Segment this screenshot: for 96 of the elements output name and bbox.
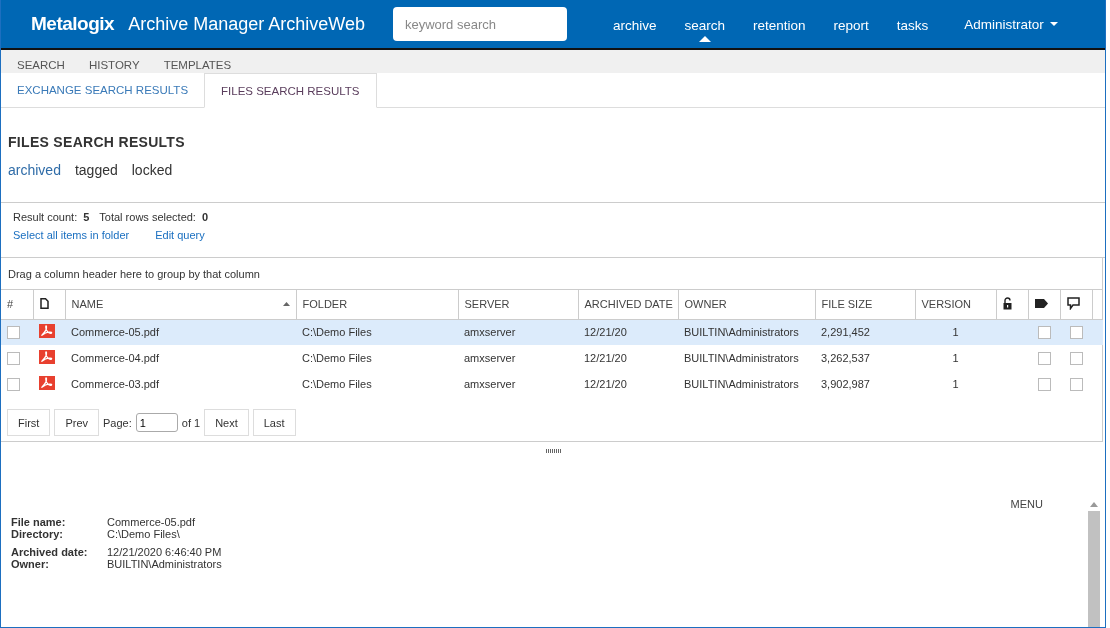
pdf-icon [39,324,55,339]
table-cell: 3,262,537 [815,345,915,371]
table-cell: 2,291,452 [815,319,915,345]
nav-item[interactable]: archive [600,10,669,38]
subnav-item[interactable]: HISTORY [88,59,140,73]
table-cell-text: amxserver [463,377,517,392]
table-cell: C:\Demo Files [296,319,458,345]
lock-icon [1002,296,1012,310]
detail-label: Directory: [11,528,64,540]
result-count-label: Result count: [13,211,78,223]
tag-checkbox[interactable] [1037,326,1051,340]
column-header[interactable]: VERSION [915,290,996,319]
table-cell-text: Commerce-03.pdf [70,377,161,392]
tag-checkbox[interactable] [1037,377,1051,391]
table-cell: 12/21/20 [578,345,678,371]
tab[interactable]: EXCHANGE SEARCH RESULTS [1,73,205,107]
scroll-up-icon[interactable] [1090,502,1098,507]
first-page-button[interactable]: First [7,409,51,436]
detail-label: Archived date: [11,546,89,558]
pdf-icon [39,376,55,390]
column-header[interactable]: NAME [65,290,296,319]
column-header[interactable] [1028,290,1060,319]
nav-item[interactable]: tasks [884,10,941,38]
logo[interactable]: Metalogix [31,13,115,35]
column-header[interactable]: # [1,290,33,319]
sort-icon [282,302,290,306]
column-header[interactable] [33,290,65,319]
row-checkbox[interactable] [7,377,20,391]
detail-value: Commerce-05.pdf [107,516,196,528]
table-cell-text: BUILTIN\Administrators [683,377,800,392]
result-count: 5 [83,211,90,223]
column-header[interactable] [1060,290,1092,319]
app-title: Archive Manager ArchiveWeb [128,13,365,35]
tag-icon [1034,299,1048,309]
nav-item[interactable]: report [821,10,881,38]
selected-count-label: Total rows selected: [99,211,196,223]
tag-checkbox[interactable] [1037,351,1051,365]
detail-value: C:\Demo Files\ [107,528,180,540]
detail-value: 12/21/2020 6:46:40 PM [107,546,222,558]
search-field[interactable]: keyword search [392,7,567,41]
table-cell: Commerce-04.pdf [65,345,296,371]
detail-label: Owner: [11,558,50,570]
subnav-item[interactable]: SEARCH [17,59,65,73]
table-cell: C:\Demo Files [296,345,458,371]
group-hint: Drag a column header here to group by that column [1,258,1102,290]
table-row[interactable]: Commerce-03.pdf C:\Demo Files amxserver 12/21/20 BUILTIN\Administrators 3,902,987 1 [1,371,1103,397]
detail-label: File name: [11,516,67,528]
table-cell-text: 12/21/20 [583,377,628,392]
table-cell: BUILTIN\Administrators [678,345,815,371]
table-cell: 1 [915,319,996,345]
table-row[interactable]: Commerce-04.pdf C:\Demo Files amxserver 12/21/20 BUILTIN\Administrators 3,262,537 1 [1,345,1103,371]
table-cell: BUILTIN\Administrators [678,319,815,345]
table-cell-text: 3,902,987 [820,377,871,392]
filter-link[interactable]: locked [131,162,173,178]
column-header[interactable]: FOLDER [296,290,458,319]
previous-page-button[interactable]: Prev [54,409,99,436]
tab[interactable]: FILES SEARCH RESULTS [204,73,377,108]
page-total: of 1 [181,416,201,429]
row-checkbox[interactable] [7,326,20,340]
table-cell: 12/21/20 [578,319,678,345]
selected-count: 0 [201,211,209,223]
comment-checkbox[interactable] [1069,377,1083,391]
row-checkbox[interactable] [7,351,20,365]
table-cell-text: 1 [951,377,960,392]
detail-value: BUILTIN\Administrators [107,558,222,570]
page-label: Page: [103,416,132,429]
table-cell: Commerce-05.pdf [65,319,296,345]
comment-icon [1066,296,1080,310]
filter-link[interactable]: tagged [74,162,118,178]
next-page-button[interactable]: Next [204,409,249,436]
menu-link[interactable]: MENU [1010,498,1043,510]
last-page-button[interactable]: Last [252,409,296,436]
scrollbar[interactable] [1087,502,1101,627]
user-menu[interactable]: Administrator [964,16,1058,32]
section-heading: FILES SEARCH RESULTS [8,134,186,150]
comment-checkbox[interactable] [1069,351,1083,365]
splitter-handle-icon[interactable] [545,449,561,453]
action-link[interactable]: Edit query [155,229,205,241]
column-header[interactable]: FILE SIZE [815,290,915,319]
table-cell: amxserver [458,319,578,345]
caret-icon [1049,21,1058,27]
comment-checkbox[interactable] [1069,326,1083,340]
column-header[interactable]: ARCHIVED DATE [578,290,678,319]
table-cell-text: C:\Demo Files [301,377,373,392]
page-field[interactable]: 1 [135,413,178,432]
document-icon [39,297,49,309]
action-link[interactable]: Select all items in folder [13,229,130,241]
table-cell: amxserver [458,345,578,371]
column-header[interactable]: SERVER [458,290,578,319]
pdf-icon [39,350,55,364]
column-header[interactable]: OWNER [678,290,815,319]
table-cell: 1 [915,345,996,371]
column-header[interactable] [996,290,1028,319]
subnav-item[interactable]: TEMPLATES [163,59,232,73]
filter-link[interactable]: archived [8,162,61,178]
nav-item[interactable]: retention [740,10,818,38]
